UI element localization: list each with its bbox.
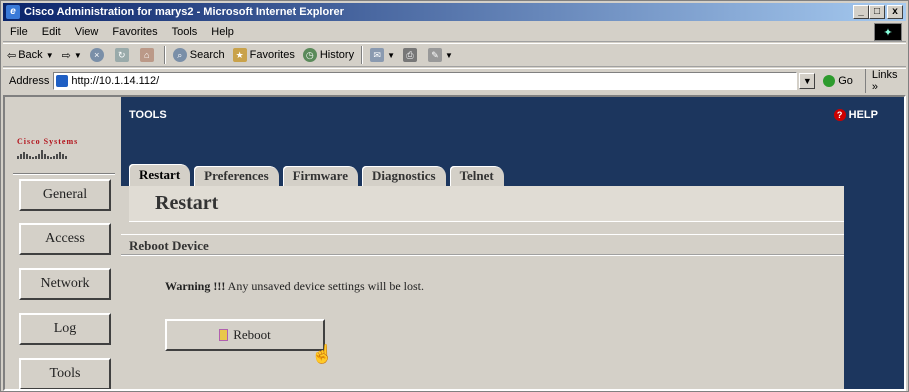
search-label: Search <box>189 49 225 61</box>
mail-button[interactable]: ✉ ▼ <box>366 45 399 65</box>
back-button[interactable]: ⇦ Back ▼ <box>3 45 58 65</box>
sidebar-divider <box>13 173 115 175</box>
refresh-icon: ↻ <box>114 48 129 62</box>
edit-icon: ✎ <box>428 48 443 62</box>
stop-icon: × <box>89 48 104 62</box>
address-dropdown-icon[interactable]: ▼ <box>799 72 816 89</box>
tab-diagnostics[interactable]: Diagnostics <box>362 166 446 186</box>
stop-button[interactable]: × <box>86 45 111 65</box>
sidebar: Cisco Systems General Access Network Log… <box>5 97 121 389</box>
nav-network-button[interactable]: Network <box>19 268 111 300</box>
section-header: Reboot Device <box>121 234 844 256</box>
nav-access-button[interactable]: Access <box>19 223 111 255</box>
back-dropdown-icon[interactable]: ▼ <box>46 51 54 60</box>
address-input[interactable]: http://10.1.14.112/ <box>53 71 798 90</box>
forward-button[interactable]: ⇨ ▼ <box>58 45 86 65</box>
forward-arrow-icon: ⇨ <box>61 49 71 62</box>
cisco-logo: Cisco Systems <box>17 137 107 161</box>
menu-file[interactable]: File <box>3 26 35 38</box>
back-label: Back <box>18 49 43 61</box>
browser-window: e Cisco Administration for marys2 - Micr… <box>0 0 909 392</box>
help-label: HELP <box>848 109 878 121</box>
page-content: Cisco Systems General Access Network Log… <box>3 95 906 391</box>
windows-logo-icon: ✦ <box>874 23 902 41</box>
search-icon: ⌕ <box>172 48 187 62</box>
tab-panel: Restart Reboot Device Warning !!! Any un… <box>121 186 844 389</box>
warning-message: Warning !!! Any unsaved device settings … <box>165 279 424 294</box>
minimize-button[interactable]: _ <box>853 5 869 19</box>
go-button[interactable]: Go <box>823 74 853 87</box>
title-bar: e Cisco Administration for marys2 - Micr… <box>3 3 906 21</box>
page-title: TOOLS <box>129 109 167 121</box>
edit-button[interactable]: ✎ ▼ <box>424 45 457 65</box>
address-value: http://10.1.14.112/ <box>71 74 160 87</box>
tab-firmware[interactable]: Firmware <box>282 166 358 186</box>
menu-help[interactable]: Help <box>204 26 241 38</box>
toolbar-separator <box>361 46 364 64</box>
history-label: History <box>319 49 355 61</box>
help-icon: ? <box>833 109 846 121</box>
edit-dropdown-icon[interactable]: ▼ <box>445 51 453 60</box>
tab-preferences[interactable]: Preferences <box>194 166 279 186</box>
links-button[interactable]: Links » <box>864 68 906 93</box>
menu-favorites[interactable]: Favorites <box>105 26 164 38</box>
reboot-label: Reboot <box>233 327 271 342</box>
maximize-button[interactable]: □ <box>869 5 885 19</box>
mail-dropdown-icon[interactable]: ▼ <box>387 51 395 60</box>
toolbar-separator <box>163 46 166 64</box>
reboot-icon <box>219 329 229 341</box>
address-bar: Address http://10.1.14.112/ ▼ Go Links » <box>3 68 906 93</box>
go-label: Go <box>838 74 853 87</box>
history-button[interactable]: ◷ History <box>299 45 358 65</box>
nav-log-button[interactable]: Log <box>19 313 111 345</box>
print-icon: ⎙ <box>403 48 418 62</box>
menu-view[interactable]: View <box>68 26 106 38</box>
toolbar: ⇦ Back ▼ ⇨ ▼ × ↻ ⌂ ⌕ Search ★ Favorites ◷ Hist… <box>3 43 906 67</box>
history-icon: ◷ <box>302 48 317 62</box>
window-title: Cisco Administration for marys2 - Micros… <box>24 6 344 18</box>
favorites-button[interactable]: ★ Favorites <box>229 45 299 65</box>
close-button[interactable]: x <box>887 5 903 19</box>
content-header: Restart <box>129 186 844 222</box>
warning-text: Any unsaved device settings will be lost… <box>225 279 424 293</box>
hand-cursor-icon: ☝ <box>311 344 334 364</box>
search-button[interactable]: ⌕ Search <box>169 45 229 65</box>
tab-restart[interactable]: Restart <box>129 164 191 186</box>
tab-telnet[interactable]: Telnet <box>449 166 504 186</box>
tab-strip: Restart Preferences Firmware Diagnostics… <box>129 164 508 186</box>
home-button[interactable]: ⌂ <box>136 45 161 65</box>
help-link[interactable]: ? HELP <box>833 109 878 121</box>
favorites-label: Favorites <box>249 49 295 61</box>
ie-icon: e <box>6 5 20 19</box>
go-arrow-icon <box>823 74 836 87</box>
favorites-icon: ★ <box>232 48 247 62</box>
cisco-brand-text: Cisco Systems <box>17 137 79 146</box>
menu-bar: File Edit View Favorites Tools Help ✦ <box>3 22 906 42</box>
nav-tools-button[interactable]: Tools <box>19 358 111 389</box>
nav-general-button[interactable]: General <box>19 179 111 211</box>
content-title: Restart <box>155 192 219 214</box>
address-label: Address <box>9 74 50 87</box>
section-title: Reboot Device <box>129 238 209 253</box>
warning-strong: Warning !!! <box>165 279 226 293</box>
page-icon <box>56 74 69 87</box>
mail-icon: ✉ <box>370 48 385 62</box>
window-controls: _ □ x <box>853 5 903 19</box>
home-icon: ⌂ <box>139 48 154 62</box>
cisco-bars-icon <box>17 149 107 159</box>
print-button[interactable]: ⎙ <box>399 45 424 65</box>
forward-dropdown-icon[interactable]: ▼ <box>74 51 82 60</box>
refresh-button[interactable]: ↻ <box>111 45 136 65</box>
reboot-button[interactable]: Reboot <box>165 319 325 351</box>
menu-tools[interactable]: Tools <box>165 26 205 38</box>
back-arrow-icon: ⇦ <box>7 49 17 62</box>
menu-edit[interactable]: Edit <box>35 26 68 38</box>
